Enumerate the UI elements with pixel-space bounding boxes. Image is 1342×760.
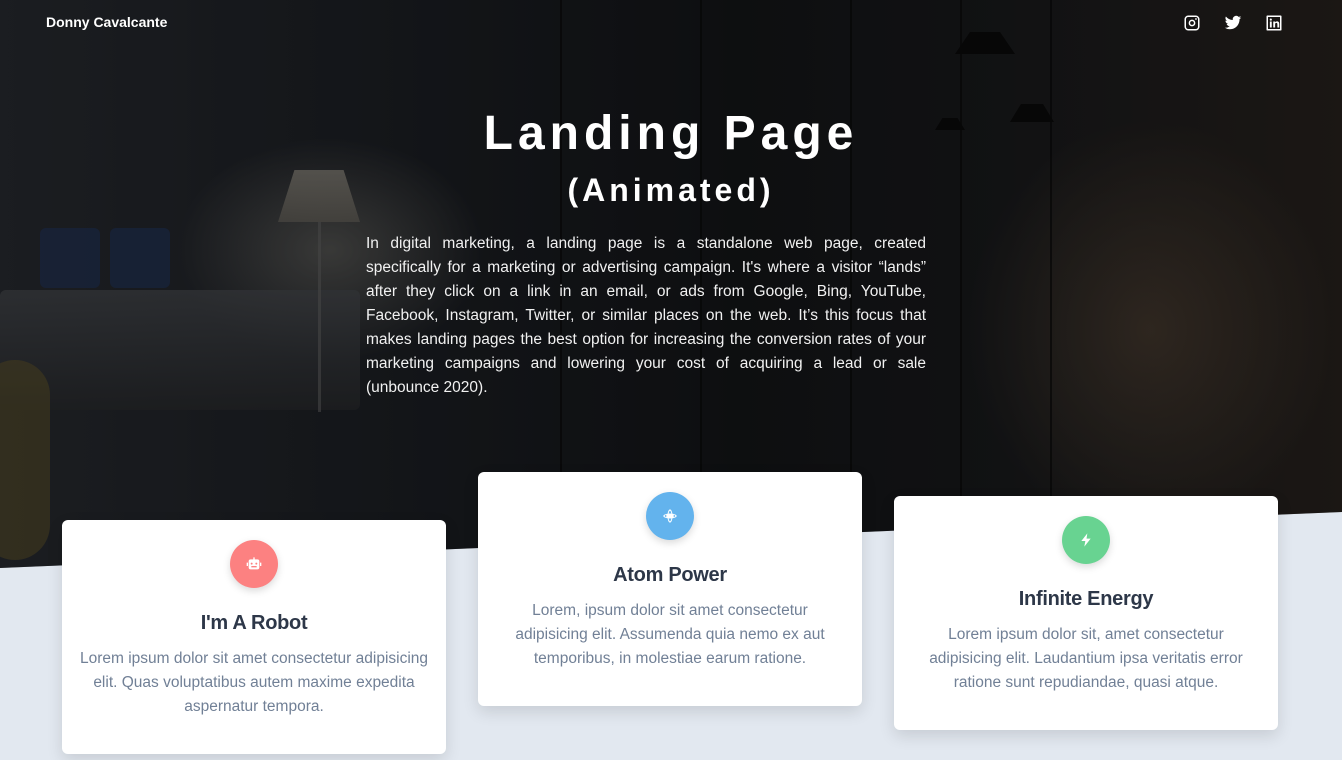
intro-paragraph: In digital marketing, a landing page is … — [366, 235, 926, 396]
feature-card-atom: Atom Power Lorem, ipsum dolor sit amet c… — [478, 472, 862, 706]
page-title: Landing Page — [483, 107, 859, 160]
feature-card-robot: I'm A Robot Lorem ipsum dolor sit amet c… — [62, 520, 446, 754]
card-title: Atom Power — [613, 564, 727, 586]
robot-icon — [230, 540, 278, 588]
top-navbar: Donny Cavalcante — [0, 0, 1342, 46]
brand-name[interactable]: Donny Cavalcante — [46, 14, 167, 30]
page-subtitle: (Animated) — [567, 172, 775, 208]
card-text: Lorem ipsum dolor sit amet consectetur a… — [79, 650, 429, 715]
linkedin-icon[interactable] — [1263, 12, 1285, 34]
feature-card-energy: Infinite Energy Lorem ipsum dolor sit, a… — [894, 496, 1278, 730]
twitter-icon[interactable] — [1222, 12, 1244, 34]
bolt-icon — [1062, 516, 1110, 564]
card-title: Infinite Energy — [1018, 588, 1154, 610]
atom-icon — [646, 492, 694, 540]
instagram-icon[interactable] — [1181, 12, 1203, 34]
card-text: Lorem ipsum dolor sit, amet consectetur … — [929, 626, 1243, 691]
card-title: I'm A Robot — [200, 612, 308, 634]
card-text: Lorem, ipsum dolor sit amet consectetur … — [515, 602, 825, 667]
